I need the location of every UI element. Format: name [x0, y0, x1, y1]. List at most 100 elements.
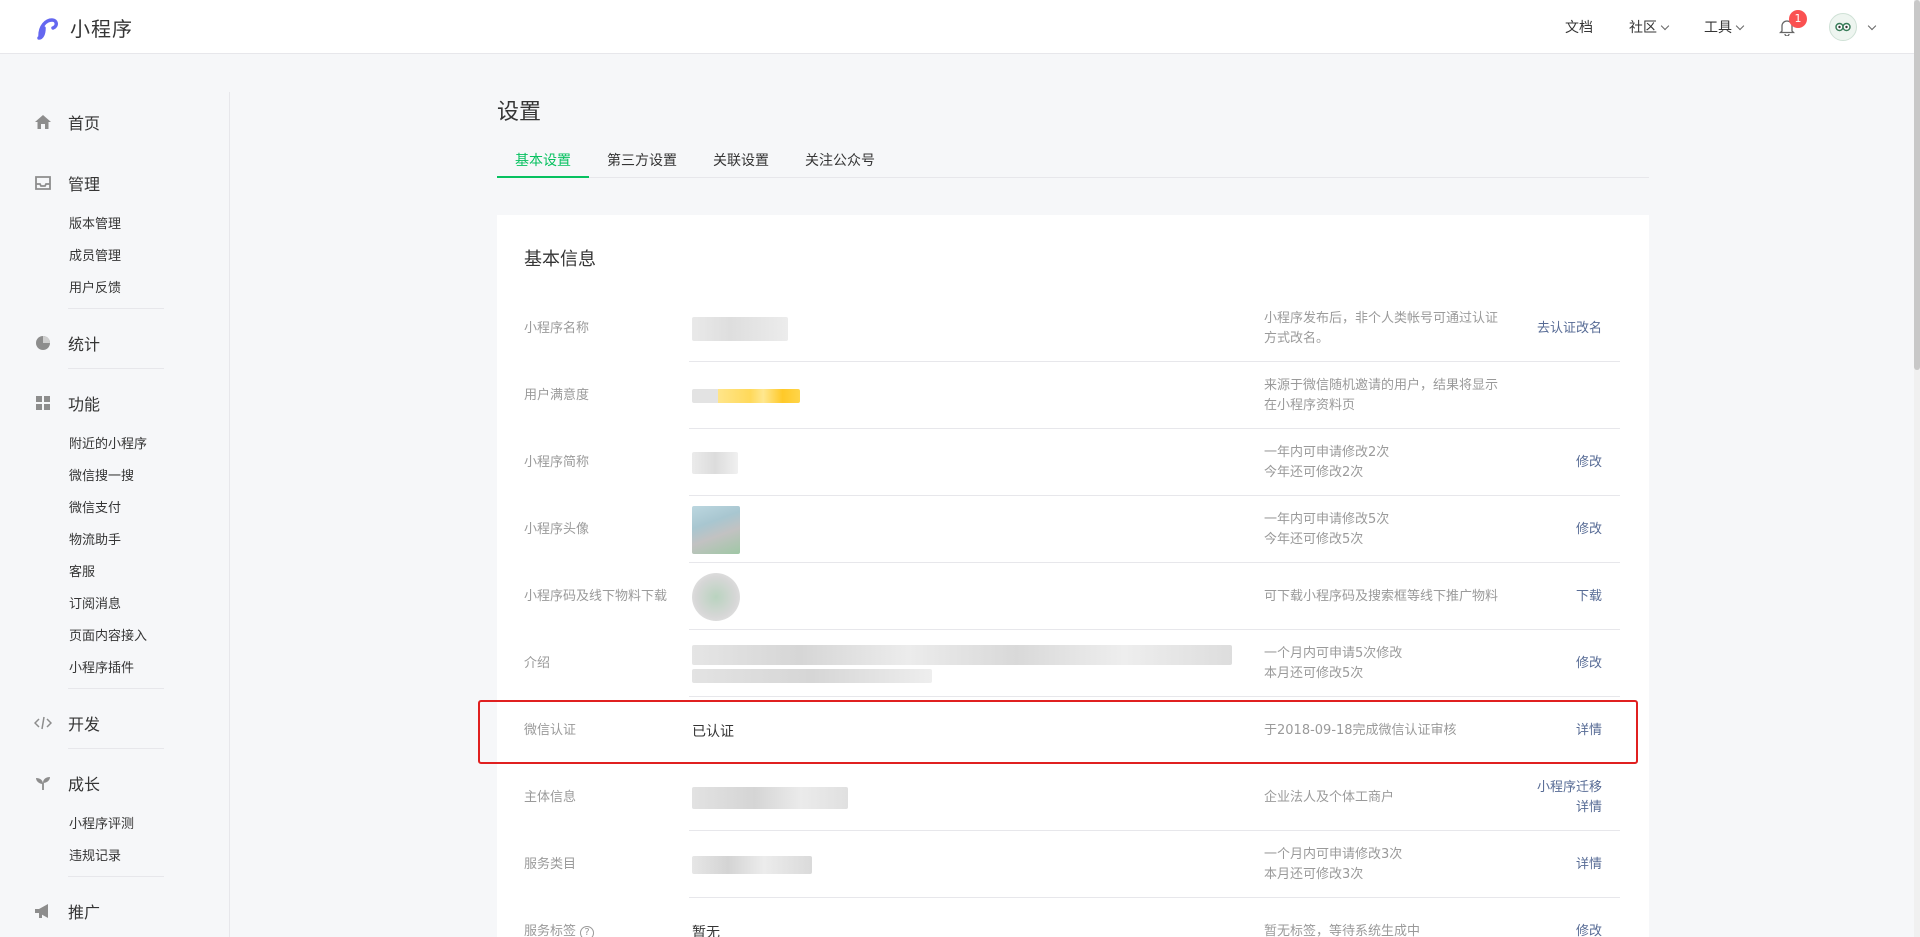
notification-button[interactable]: 1 [1778, 10, 1807, 37]
row-desc-line: 可下载小程序码及搜索框等线下推广物料 [1264, 588, 1499, 604]
row-label: 微信认证 [524, 723, 577, 738]
redacted-name [692, 316, 788, 341]
sidebar-item-label: 功能 [68, 395, 101, 414]
sidebar-item-label: 成长 [68, 775, 101, 794]
info-row-intro: 介绍 一个月内可申请5次修改 本月还可修改5次 修改 [524, 630, 1620, 697]
row-label: 小程序头像 [524, 522, 590, 537]
chevron-down-icon[interactable] [1867, 21, 1877, 30]
row-desc: 一年内可申请修改5次 今年还可修改5次 [1264, 496, 1504, 563]
avatar[interactable] [1829, 13, 1857, 41]
row-label: 小程序简称 [524, 455, 590, 470]
info-row-category: 服务类目 一个月内可申请修改3次 本月还可修改3次 详情 [524, 831, 1620, 898]
nav-community-label: 社区 [1629, 20, 1657, 36]
code-icon [34, 714, 52, 732]
redacted-intro-line [692, 644, 1232, 665]
row-value-redacted [692, 630, 1232, 697]
sidebar-item-label: 开发 [68, 715, 101, 734]
edit-avatar-link[interactable]: 修改 [1576, 496, 1602, 563]
sidebar-subitem-subscribe[interactable]: 订阅消息 [0, 589, 229, 621]
sprout-icon [34, 774, 52, 792]
row-action-label: 修改 [1575, 923, 1602, 937]
row-desc: 暂无标签，等待系统生成中 [1264, 898, 1504, 937]
edit-tags-link[interactable]: 修改 [1576, 898, 1602, 937]
owl-avatar-icon [1835, 22, 1851, 32]
chevron-down-icon [1735, 21, 1745, 30]
sidebar-subitem-logistics[interactable]: 物流助手 [0, 525, 229, 557]
sidebar-subitem-plugins[interactable]: 小程序插件 [0, 653, 229, 685]
sidebar-item-label: 管理 [68, 175, 101, 194]
row-desc-line: 暂无标签，等待系统生成中 [1264, 923, 1421, 937]
nav-tools-label: 工具 [1704, 20, 1732, 36]
info-row-wechat-cert: 微信认证 已认证 于2018-09-18完成微信认证审核 详情 [524, 697, 1620, 764]
row-desc-line: 小程序发布后，非个人类帐号可通过认证 [1264, 310, 1499, 326]
row-action-label: 下载 [1575, 588, 1602, 604]
cert-status: 已认证 [692, 723, 734, 740]
nav-docs[interactable]: 文档 [1565, 17, 1593, 37]
redacted-short-name [692, 451, 738, 474]
tab-follow-account[interactable]: 关注公众号 [787, 142, 893, 178]
row-action-label: 修改 [1575, 655, 1602, 671]
sidebar-item-stats[interactable]: 统计 [0, 331, 229, 355]
migrate-link[interactable]: 小程序迁移 [1537, 778, 1602, 798]
sidebar-subitem-evaluate[interactable]: 小程序评测 [0, 809, 229, 841]
edit-intro-link[interactable]: 修改 [1576, 630, 1602, 697]
redacted-avatar-image [692, 505, 740, 554]
sidebar-item-home[interactable]: 首页 [0, 110, 229, 134]
info-row-avatar: 小程序头像 一年内可申请修改5次 今年还可修改5次 修改 [524, 496, 1620, 563]
sidebar-subitem-nearby[interactable]: 附近的小程序 [0, 429, 229, 461]
sidebar-subitem-search[interactable]: 微信搜一搜 [0, 461, 229, 493]
row-label: 小程序码及线下物料下载 [524, 589, 668, 604]
pie-chart-icon [34, 334, 52, 352]
scrollbar[interactable] [1914, 0, 1920, 937]
sidebar-divider [68, 876, 164, 877]
category-details-link[interactable]: 详情 [1576, 831, 1602, 898]
section-title: 基本信息 [524, 249, 596, 270]
row-desc-line: 今年还可修改2次 [1264, 464, 1364, 480]
row-desc-line: 方式改名。 [1264, 330, 1330, 346]
sidebar-item-promote[interactable]: 推广 [0, 899, 229, 923]
sidebar-item-label: 首页 [68, 114, 101, 133]
sidebar-item-features[interactable]: 功能 [0, 391, 229, 415]
logo[interactable]: 小程序 [34, 13, 133, 42]
rename-via-cert-link[interactable]: 去认证改名 [1537, 295, 1602, 362]
grid-icon [34, 394, 52, 412]
sidebar-subitem-pay[interactable]: 微信支付 [0, 493, 229, 525]
nav-community[interactable]: 社区 [1629, 17, 1670, 37]
row-label: 主体信息 [524, 790, 577, 805]
megaphone-icon [34, 902, 52, 920]
sidebar-subitem-version[interactable]: 版本管理 [0, 209, 229, 241]
row-desc-line: 一个月内可申请修改3次 [1264, 846, 1403, 862]
sidebar-subitem-violations[interactable]: 违规记录 [0, 841, 229, 873]
sidebar-divider [68, 368, 164, 369]
edit-short-name-link[interactable]: 修改 [1576, 429, 1602, 496]
settings-tabs: 基本设置 第三方设置 关联设置 关注公众号 [497, 142, 1649, 178]
redacted-star-rating [692, 388, 800, 403]
tab-third-party[interactable]: 第三方设置 [589, 142, 695, 178]
row-desc-line: 本月还可修改5次 [1264, 665, 1364, 681]
sidebar-item-manage[interactable]: 管理 [0, 171, 229, 195]
sidebar-subitem-feedback[interactable]: 用户反馈 [0, 273, 229, 305]
row-label: 服务类目 [524, 857, 577, 872]
redacted-category [692, 855, 812, 874]
scrollbar-thumb[interactable] [1914, 0, 1920, 370]
sidebar-subitem-content[interactable]: 页面内容接入 [0, 621, 229, 653]
chevron-down-icon [1660, 21, 1670, 30]
row-action-label: 修改 [1575, 454, 1602, 470]
nav-tools[interactable]: 工具 [1704, 17, 1745, 37]
sidebar-subitem-service[interactable]: 客服 [0, 557, 229, 589]
row-label: 用户满意度 [524, 388, 590, 403]
sidebar-item-dev[interactable]: 开发 [0, 711, 229, 735]
row-value-redacted [692, 295, 788, 362]
sidebar-subitem-members[interactable]: 成员管理 [0, 241, 229, 273]
sidebar-item-growth[interactable]: 成长 [0, 771, 229, 795]
entity-details-link[interactable]: 详情 [1576, 798, 1602, 818]
tab-related[interactable]: 关联设置 [695, 142, 787, 178]
help-icon[interactable]: ? [580, 926, 595, 937]
row-label: 介绍 [524, 656, 551, 671]
cert-details-link[interactable]: 详情 [1576, 697, 1602, 764]
entity-actions: 小程序迁移 详情 [1537, 764, 1602, 831]
row-label-text: 服务标签 [524, 924, 577, 937]
tab-basic-settings[interactable]: 基本设置 [497, 142, 589, 178]
download-materials-link[interactable]: 下载 [1576, 563, 1602, 630]
sidebar-divider [68, 748, 164, 749]
